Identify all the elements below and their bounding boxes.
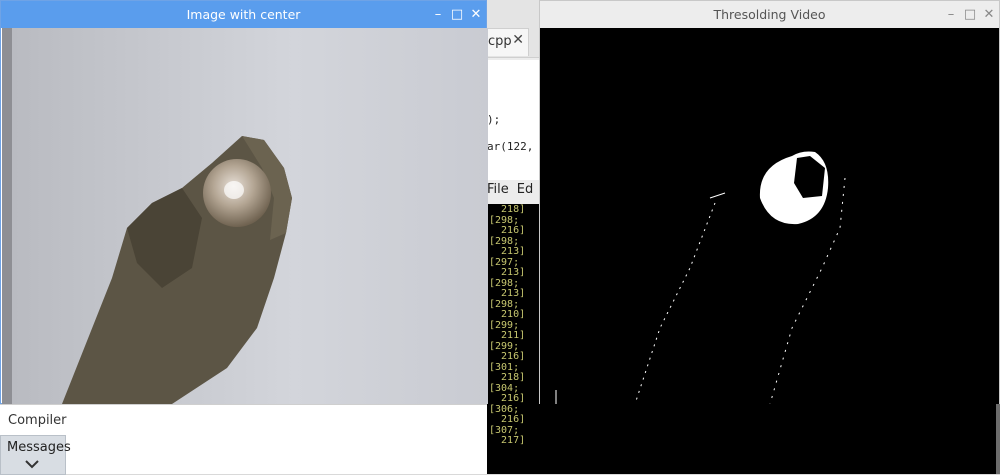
terminal-line: 216]: [489, 225, 526, 236]
thresholding-video-window: Thresolding Video – □ ✕: [539, 0, 1000, 404]
terminal-line: 218]: [489, 204, 526, 215]
minimize-button[interactable]: –: [429, 1, 447, 28]
hand-holding-ball-image: [2, 28, 488, 404]
editor-tab[interactable]: cpp ✕: [481, 28, 529, 56]
code-editor[interactable]: ); ar(122, 2: [487, 60, 547, 180]
menu-edit[interactable]: Ed: [517, 182, 533, 197]
code-line: ar(122, 2: [487, 140, 547, 153]
background-video-area: [539, 404, 1000, 474]
threshold-image: [540, 28, 999, 404]
terminal-line: 213]: [489, 288, 526, 299]
terminal-line: 213]: [489, 246, 526, 257]
terminal-line: 216]: [489, 393, 526, 404]
terminal-line: 211]: [489, 330, 526, 341]
terminal-line: 213]: [489, 267, 526, 278]
terminal-line: 218]: [489, 372, 526, 383]
binary-mask-image: [540, 28, 999, 404]
close-button[interactable]: ✕: [467, 1, 485, 28]
camera-image: [2, 28, 488, 404]
editor-tab-label: cpp: [488, 34, 512, 49]
menu-file[interactable]: File: [487, 182, 509, 197]
window-title: Thresolding Video: [713, 7, 826, 22]
maximize-button[interactable]: □: [448, 1, 466, 28]
minimize-button[interactable]: –: [942, 1, 960, 28]
window-title: Image with center: [186, 7, 301, 22]
terminal-line: 217]: [489, 435, 526, 446]
chevron-down-icon[interactable]: [22, 457, 42, 471]
terminal-line: 216]: [489, 414, 526, 425]
bottom-panel: Compiler Messages: [0, 404, 487, 475]
maximize-button[interactable]: □: [961, 1, 979, 28]
code-line: );: [487, 113, 501, 126]
window-titlebar[interactable]: Thresolding Video – □ ✕: [540, 1, 999, 28]
terminal-output[interactable]: 218] [298; 216] [298; 213] [297; 213] [298; …: [487, 204, 545, 474]
image-with-center-window: Image with center – □ ✕: [0, 0, 488, 404]
close-button[interactable]: ✕: [980, 1, 998, 28]
terminal-line: 210]: [489, 309, 526, 320]
window-edge: [996, 404, 1000, 474]
terminal-line: 216]: [489, 351, 526, 362]
close-icon[interactable]: ✕: [512, 32, 524, 48]
editor-menu-bar: File Ed: [487, 182, 545, 204]
window-titlebar[interactable]: Image with center – □ ✕: [1, 1, 486, 28]
compiler-tab[interactable]: Compiler: [0, 409, 67, 433]
